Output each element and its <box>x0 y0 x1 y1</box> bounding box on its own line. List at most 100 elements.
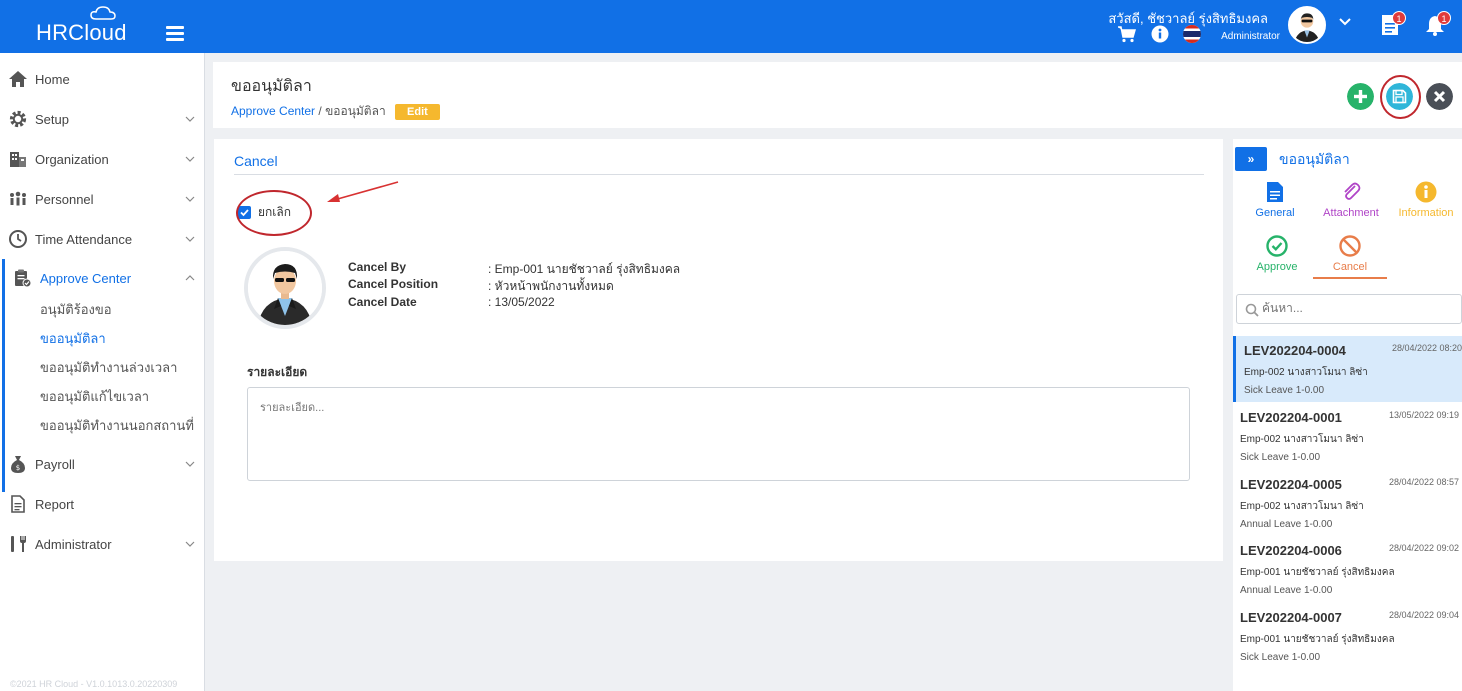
version-footer: ©2021 HR Cloud - V1.0.1013.0.20220309 <box>10 679 178 689</box>
sidebar-item-report[interactable]: Report <box>0 484 205 524</box>
tab-cancel[interactable]: Cancel <box>1317 235 1383 273</box>
app-logo[interactable]: HRCloud <box>36 20 127 46</box>
chevron-down-icon[interactable] <box>1338 14 1352 28</box>
sidebar-item-personnel[interactable]: Personnel <box>0 179 205 219</box>
sidebar-item-payroll[interactable]: $ Payroll <box>0 444 205 484</box>
tab-label: Approve <box>1256 261 1298 273</box>
section-divider <box>234 174 1204 175</box>
money-bag-icon: $ <box>11 456 25 473</box>
request-type: Sick Leave 1-0.00 <box>1244 385 1325 396</box>
sidebar-item-administrator[interactable]: Administrator <box>0 524 205 564</box>
ban-icon <box>1339 235 1361 257</box>
tab-label: Cancel <box>1332 261 1368 273</box>
sidebar-subitem-approve-request[interactable]: อนุมัติร้องขอ <box>40 299 112 320</box>
search-input[interactable] <box>1262 301 1452 315</box>
sidebar-item-time-attendance[interactable]: Time Attendance <box>0 219 205 259</box>
cart-icon[interactable] <box>1117 25 1137 43</box>
cancel-by-label: Cancel By <box>348 260 407 274</box>
home-icon <box>9 71 27 87</box>
save-button-highlight <box>1380 75 1421 119</box>
user-avatar[interactable] <box>1288 6 1326 44</box>
paperclip-icon <box>1344 182 1361 200</box>
request-code: LEV202204-0004 <box>1244 343 1346 358</box>
search-icon <box>1245 303 1259 317</box>
sidebar-item-label: Personnel <box>35 191 94 207</box>
request-employee: Emp-002 นางสาวโมนา ลิซ่า <box>1240 501 1364 512</box>
breadcrumb-link[interactable]: Approve Center <box>231 104 315 118</box>
top-bar: HRCloud สวัสดี, ชัชวาลย์ รุ่งสิทธิมงคล A… <box>0 0 1462 53</box>
sidebar-subitem-leave-request[interactable]: ขออนุมัติลา <box>40 328 106 349</box>
breadcrumb: Approve Center / ขออนุมัติลา Edit <box>231 102 440 121</box>
close-button[interactable] <box>1426 83 1453 110</box>
list-item[interactable]: LEV202204-0004 28/04/2022 08:20 Emp-002 … <box>1233 336 1462 402</box>
tab-approve[interactable]: Approve <box>1247 235 1307 273</box>
chevron-down-icon <box>185 156 195 162</box>
sidebar-subitem-offsite-work-request[interactable]: ขออนุมัติทำงานนอกสถานที่ <box>40 415 194 436</box>
document-notification-badge: 1 <box>1392 11 1406 25</box>
request-employee: Emp-002 นางสาวโมนา ลิซ่า <box>1240 434 1364 445</box>
search-field[interactable] <box>1236 294 1462 324</box>
tab-label: General <box>1255 207 1295 219</box>
request-date: 13/05/2022 09:19 <box>1389 410 1460 420</box>
cancel-position-value: : หัวหน้าพนักงานทั้งหมด <box>488 279 614 293</box>
people-icon <box>10 191 26 206</box>
info-icon <box>1415 181 1437 203</box>
check-circle-icon <box>1266 235 1288 257</box>
request-code: LEV202204-0001 <box>1240 410 1342 425</box>
request-date: 28/04/2022 09:02 <box>1389 543 1460 553</box>
list-item[interactable]: LEV202204-0001 13/05/2022 09:19 Emp-002 … <box>1233 403 1462 469</box>
breadcrumb-separator: / <box>318 104 322 118</box>
user-role: Administrator <box>1221 31 1280 42</box>
tab-attachment[interactable]: Attachment <box>1317 181 1385 219</box>
building-icon <box>10 152 26 167</box>
cancel-section: Cancel ยกเลิก Cancel By : Emp-001 นายชัช… <box>214 139 1223 561</box>
request-code: LEV202204-0005 <box>1240 477 1342 492</box>
request-type: Sick Leave 1-0.00 <box>1240 452 1321 463</box>
info-icon[interactable] <box>1151 25 1169 43</box>
request-employee: Emp-001 นายชัชวาลย์ รุ่งสิทธิมงคล <box>1240 634 1395 645</box>
add-button[interactable] <box>1347 83 1374 110</box>
page-header: ขออนุมัติลา Approve Center / ขออนุมัติลา… <box>213 62 1462 128</box>
sidebar-item-organization[interactable]: Organization <box>0 139 205 179</box>
cancel-date-value: : 13/05/2022 <box>488 295 555 309</box>
tab-information[interactable]: Information <box>1393 181 1459 219</box>
cancel-date-label: Cancel Date <box>348 295 417 309</box>
section-title: Cancel <box>234 153 278 169</box>
arrow-annotation-icon <box>327 181 399 202</box>
request-type: Annual Leave 1-0.00 <box>1240 585 1333 596</box>
menu-toggle-icon[interactable] <box>166 26 184 41</box>
sidebar-item-label: Report <box>35 496 75 512</box>
request-code: LEV202204-0007 <box>1240 610 1342 625</box>
sidebar: Home Setup Organization Personnel Time A… <box>0 53 205 691</box>
request-type: Annual Leave 1-0.00 <box>1240 519 1333 530</box>
clipboard-check-icon <box>15 269 32 288</box>
breadcrumb-current: ขออนุมัติลา <box>325 104 386 118</box>
tools-icon <box>11 536 26 552</box>
sidebar-subitem-time-correction-request[interactable]: ขออนุมัติแก้ไขเวลา <box>40 386 149 407</box>
request-employee: Emp-001 นายชัชวาลย์ รุ่งสิทธิมงคล <box>1240 567 1395 578</box>
detail-textarea[interactable] <box>247 387 1190 481</box>
active-tab-indicator <box>1313 277 1387 279</box>
request-type: Sick Leave 1-0.00 <box>1240 652 1321 663</box>
sidebar-subitem-overtime-request[interactable]: ขออนุมัติทำงานล่วงเวลา <box>40 357 177 378</box>
page-title: ขออนุมัติลา <box>231 78 312 95</box>
panel-title: ขออนุมัติลา <box>1279 151 1350 167</box>
list-item[interactable]: LEV202204-0005 28/04/2022 08:57 Emp-002 … <box>1233 470 1462 536</box>
tab-label: Attachment <box>1323 207 1379 219</box>
tab-label: Information <box>1398 207 1454 219</box>
chevron-down-icon <box>185 116 195 122</box>
svg-text:$: $ <box>16 464 20 472</box>
leave-request-panel: » ขออนุมัติลา General Attachment Informa… <box>1233 139 1462 691</box>
list-item[interactable]: LEV202204-0007 28/04/2022 09:04 Emp-001 … <box>1233 603 1462 669</box>
sidebar-item-label: Payroll <box>35 456 75 472</box>
collapse-panel-button[interactable]: » <box>1235 147 1267 171</box>
sidebar-item-setup[interactable]: Setup <box>0 99 205 139</box>
document-icon <box>1267 182 1283 202</box>
sidebar-item-home[interactable]: Home <box>0 59 205 99</box>
chevron-down-icon <box>185 541 195 547</box>
sidebar-item-approve-center[interactable]: Approve Center <box>0 258 205 298</box>
list-item[interactable]: LEV202204-0006 28/04/2022 09:02 Emp-001 … <box>1233 536 1462 602</box>
tab-general[interactable]: General <box>1247 181 1303 219</box>
sidebar-item-label: Administrator <box>35 536 112 552</box>
thai-flag-icon[interactable] <box>1183 25 1201 43</box>
